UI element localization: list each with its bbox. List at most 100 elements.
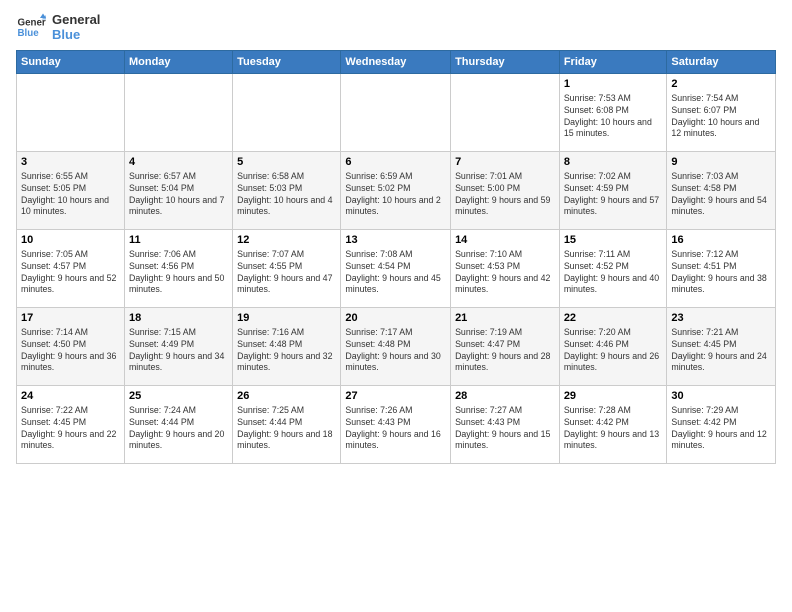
day-number: 19 <box>237 311 336 326</box>
day-cell: 23Sunrise: 7:21 AMSunset: 4:45 PMDayligh… <box>667 308 776 386</box>
day-cell: 20Sunrise: 7:17 AMSunset: 4:48 PMDayligh… <box>341 308 451 386</box>
header-day-tuesday: Tuesday <box>233 51 341 74</box>
day-cell <box>451 74 560 152</box>
day-info: Sunrise: 7:27 AMSunset: 4:43 PMDaylight:… <box>455 405 555 453</box>
day-number: 5 <box>237 155 336 170</box>
day-number: 25 <box>129 389 228 404</box>
day-info: Sunrise: 6:59 AMSunset: 5:02 PMDaylight:… <box>345 171 446 219</box>
day-cell <box>233 74 341 152</box>
header-day-monday: Monday <box>124 51 232 74</box>
day-info: Sunrise: 7:28 AMSunset: 4:42 PMDaylight:… <box>564 405 663 453</box>
day-cell: 15Sunrise: 7:11 AMSunset: 4:52 PMDayligh… <box>559 230 667 308</box>
day-info: Sunrise: 7:03 AMSunset: 4:58 PMDaylight:… <box>671 171 771 219</box>
header-day-friday: Friday <box>559 51 667 74</box>
day-cell <box>341 74 451 152</box>
day-cell: 1Sunrise: 7:53 AMSunset: 6:08 PMDaylight… <box>559 74 667 152</box>
day-number: 13 <box>345 233 446 248</box>
day-cell <box>124 74 232 152</box>
day-number: 3 <box>21 155 120 170</box>
day-number: 20 <box>345 311 446 326</box>
day-info: Sunrise: 7:17 AMSunset: 4:48 PMDaylight:… <box>345 327 446 375</box>
day-cell: 13Sunrise: 7:08 AMSunset: 4:54 PMDayligh… <box>341 230 451 308</box>
day-cell: 25Sunrise: 7:24 AMSunset: 4:44 PMDayligh… <box>124 386 232 464</box>
day-number: 8 <box>564 155 663 170</box>
day-cell: 8Sunrise: 7:02 AMSunset: 4:59 PMDaylight… <box>559 152 667 230</box>
week-row-5: 24Sunrise: 7:22 AMSunset: 4:45 PMDayligh… <box>17 386 776 464</box>
day-info: Sunrise: 6:58 AMSunset: 5:03 PMDaylight:… <box>237 171 336 219</box>
day-cell: 28Sunrise: 7:27 AMSunset: 4:43 PMDayligh… <box>451 386 560 464</box>
day-cell <box>17 74 125 152</box>
day-cell: 22Sunrise: 7:20 AMSunset: 4:46 PMDayligh… <box>559 308 667 386</box>
week-row-3: 10Sunrise: 7:05 AMSunset: 4:57 PMDayligh… <box>17 230 776 308</box>
day-number: 9 <box>671 155 771 170</box>
day-info: Sunrise: 6:55 AMSunset: 5:05 PMDaylight:… <box>21 171 120 219</box>
header: General Blue General Blue <box>16 12 776 42</box>
day-info: Sunrise: 7:29 AMSunset: 4:42 PMDaylight:… <box>671 405 771 453</box>
day-number: 27 <box>345 389 446 404</box>
day-info: Sunrise: 7:25 AMSunset: 4:44 PMDaylight:… <box>237 405 336 453</box>
day-cell: 18Sunrise: 7:15 AMSunset: 4:49 PMDayligh… <box>124 308 232 386</box>
day-number: 15 <box>564 233 663 248</box>
day-cell: 5Sunrise: 6:58 AMSunset: 5:03 PMDaylight… <box>233 152 341 230</box>
day-info: Sunrise: 7:08 AMSunset: 4:54 PMDaylight:… <box>345 249 446 297</box>
day-info: Sunrise: 7:26 AMSunset: 4:43 PMDaylight:… <box>345 405 446 453</box>
header-day-wednesday: Wednesday <box>341 51 451 74</box>
day-info: Sunrise: 7:15 AMSunset: 4:49 PMDaylight:… <box>129 327 228 375</box>
day-cell: 17Sunrise: 7:14 AMSunset: 4:50 PMDayligh… <box>17 308 125 386</box>
logo-general: General <box>52 12 100 27</box>
day-cell: 16Sunrise: 7:12 AMSunset: 4:51 PMDayligh… <box>667 230 776 308</box>
day-number: 24 <box>21 389 120 404</box>
day-cell: 19Sunrise: 7:16 AMSunset: 4:48 PMDayligh… <box>233 308 341 386</box>
day-cell: 4Sunrise: 6:57 AMSunset: 5:04 PMDaylight… <box>124 152 232 230</box>
day-number: 6 <box>345 155 446 170</box>
day-number: 23 <box>671 311 771 326</box>
day-info: Sunrise: 7:16 AMSunset: 4:48 PMDaylight:… <box>237 327 336 375</box>
header-day-thursday: Thursday <box>451 51 560 74</box>
day-info: Sunrise: 7:20 AMSunset: 4:46 PMDaylight:… <box>564 327 663 375</box>
day-number: 4 <box>129 155 228 170</box>
day-cell: 30Sunrise: 7:29 AMSunset: 4:42 PMDayligh… <box>667 386 776 464</box>
day-number: 30 <box>671 389 771 404</box>
day-info: Sunrise: 7:01 AMSunset: 5:00 PMDaylight:… <box>455 171 555 219</box>
day-info: Sunrise: 7:54 AMSunset: 6:07 PMDaylight:… <box>671 93 771 141</box>
day-number: 2 <box>671 77 771 92</box>
week-row-1: 1Sunrise: 7:53 AMSunset: 6:08 PMDaylight… <box>17 74 776 152</box>
day-info: Sunrise: 7:02 AMSunset: 4:59 PMDaylight:… <box>564 171 663 219</box>
day-cell: 24Sunrise: 7:22 AMSunset: 4:45 PMDayligh… <box>17 386 125 464</box>
day-cell: 9Sunrise: 7:03 AMSunset: 4:58 PMDaylight… <box>667 152 776 230</box>
day-number: 21 <box>455 311 555 326</box>
header-row: SundayMondayTuesdayWednesdayThursdayFrid… <box>17 51 776 74</box>
day-info: Sunrise: 7:21 AMSunset: 4:45 PMDaylight:… <box>671 327 771 375</box>
day-cell: 2Sunrise: 7:54 AMSunset: 6:07 PMDaylight… <box>667 74 776 152</box>
day-number: 7 <box>455 155 555 170</box>
day-number: 29 <box>564 389 663 404</box>
logo-blue: Blue <box>52 27 100 42</box>
day-info: Sunrise: 7:53 AMSunset: 6:08 PMDaylight:… <box>564 93 663 141</box>
day-info: Sunrise: 7:12 AMSunset: 4:51 PMDaylight:… <box>671 249 771 297</box>
day-number: 16 <box>671 233 771 248</box>
header-day-sunday: Sunday <box>17 51 125 74</box>
day-number: 28 <box>455 389 555 404</box>
day-info: Sunrise: 7:11 AMSunset: 4:52 PMDaylight:… <box>564 249 663 297</box>
logo-icon: General Blue <box>16 12 46 42</box>
day-number: 17 <box>21 311 120 326</box>
header-day-saturday: Saturday <box>667 51 776 74</box>
day-info: Sunrise: 7:24 AMSunset: 4:44 PMDaylight:… <box>129 405 228 453</box>
day-info: Sunrise: 7:22 AMSunset: 4:45 PMDaylight:… <box>21 405 120 453</box>
svg-text:General: General <box>18 18 47 29</box>
svg-text:Blue: Blue <box>18 28 40 39</box>
logo: General Blue General Blue <box>16 12 100 42</box>
day-cell: 21Sunrise: 7:19 AMSunset: 4:47 PMDayligh… <box>451 308 560 386</box>
week-row-2: 3Sunrise: 6:55 AMSunset: 5:05 PMDaylight… <box>17 152 776 230</box>
day-number: 26 <box>237 389 336 404</box>
day-cell: 12Sunrise: 7:07 AMSunset: 4:55 PMDayligh… <box>233 230 341 308</box>
day-info: Sunrise: 7:19 AMSunset: 4:47 PMDaylight:… <box>455 327 555 375</box>
day-cell: 14Sunrise: 7:10 AMSunset: 4:53 PMDayligh… <box>451 230 560 308</box>
day-number: 10 <box>21 233 120 248</box>
day-cell: 11Sunrise: 7:06 AMSunset: 4:56 PMDayligh… <box>124 230 232 308</box>
day-info: Sunrise: 7:07 AMSunset: 4:55 PMDaylight:… <box>237 249 336 297</box>
day-info: Sunrise: 6:57 AMSunset: 5:04 PMDaylight:… <box>129 171 228 219</box>
day-cell: 6Sunrise: 6:59 AMSunset: 5:02 PMDaylight… <box>341 152 451 230</box>
day-number: 14 <box>455 233 555 248</box>
day-cell: 10Sunrise: 7:05 AMSunset: 4:57 PMDayligh… <box>17 230 125 308</box>
